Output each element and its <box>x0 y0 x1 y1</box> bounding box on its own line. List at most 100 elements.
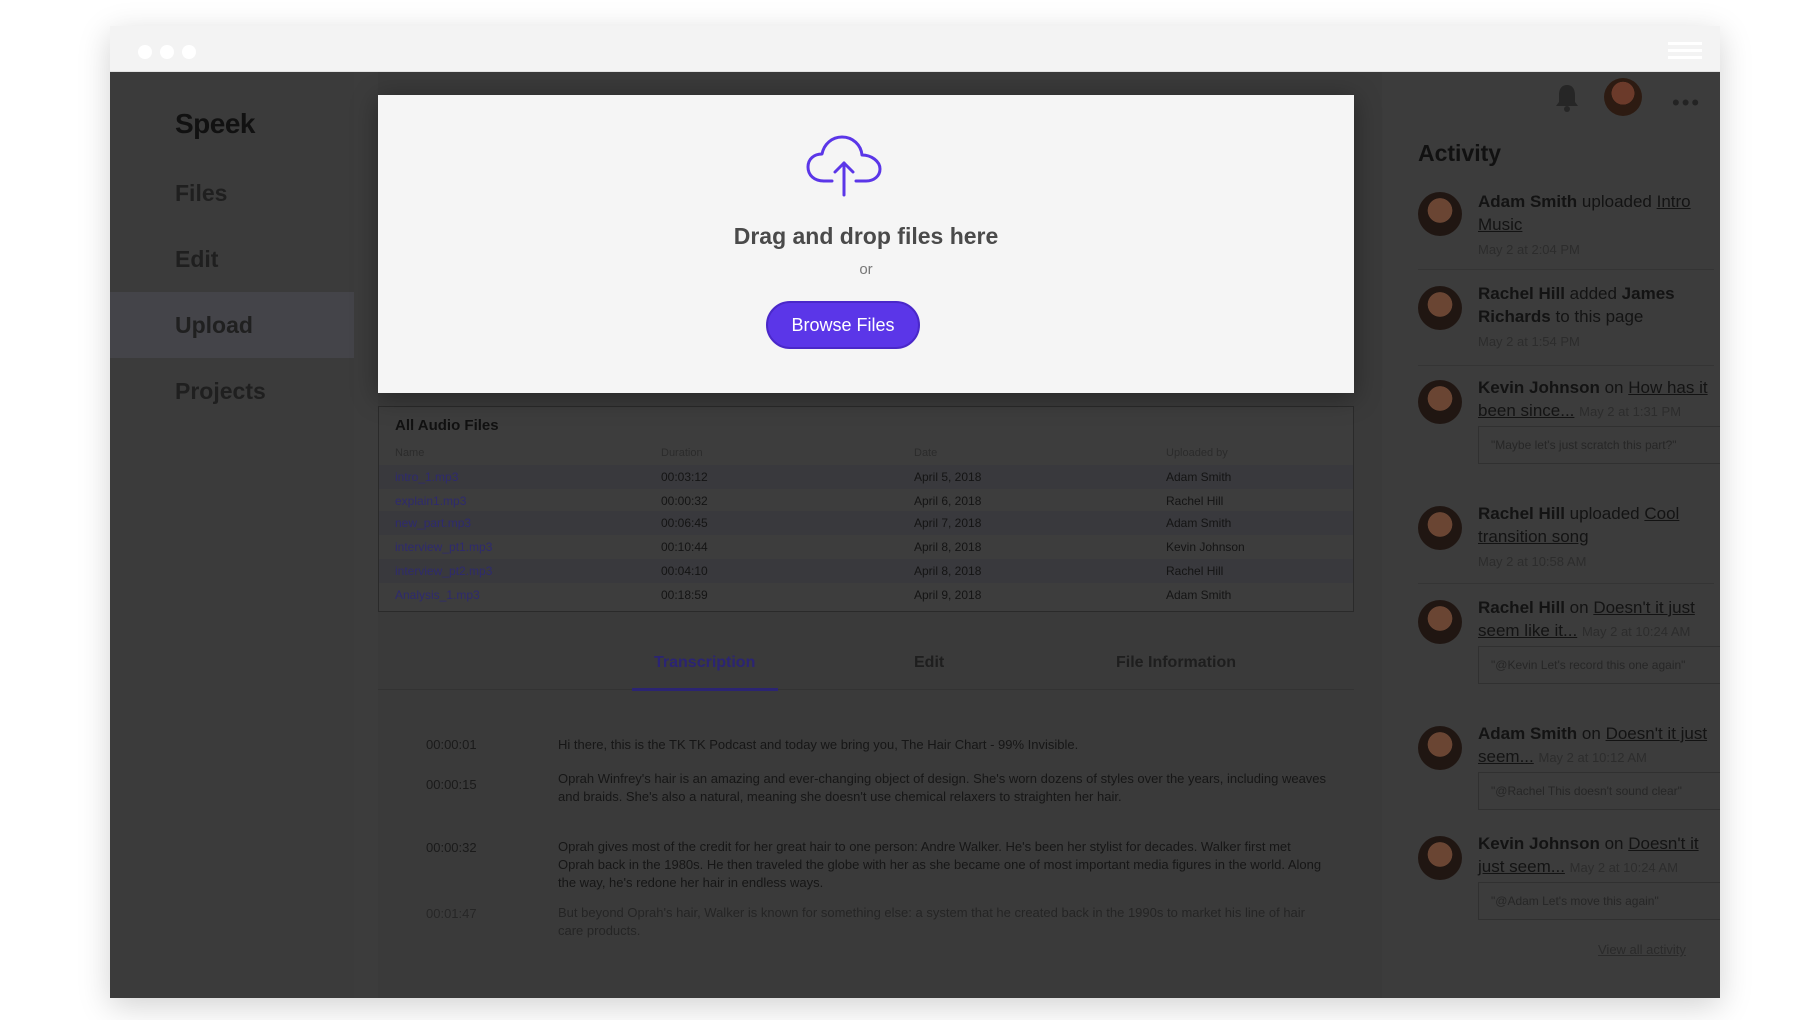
file-name-link[interactable]: Analysis_1.mp3 <box>395 588 480 602</box>
table-row[interactable]: explain1.mp3 00:00:32 April 6, 2018 Rach… <box>379 489 1353 513</box>
activity-text: Rachel Hill uploaded Cool transition son… <box>1478 502 1718 548</box>
activity-time: May 2 at 10:24 AM <box>1581 624 1691 639</box>
avatar[interactable] <box>1418 836 1462 880</box>
file-uploader: Rachel Hill <box>1166 494 1224 508</box>
view-all-activity-link[interactable]: View all activity <box>1598 942 1686 957</box>
sidebar: Speek Files Edit Upload Projects <box>110 72 354 998</box>
activity-item: Rachel Hill uploaded Cool transition son… <box>1418 502 1714 584</box>
file-duration: 00:10:44 <box>661 540 708 554</box>
activity-suffix: to this page <box>1555 307 1644 326</box>
sidebar-item-files[interactable]: Files <box>110 160 354 226</box>
avatar[interactable] <box>1418 192 1462 236</box>
comment-quote[interactable]: "Maybe let's just scratch this part?" <box>1478 426 1720 464</box>
tab-transcription[interactable]: Transcription <box>654 654 755 672</box>
activity-item: Adam Smith on Doesn't it just seem... Ma… <box>1418 722 1720 834</box>
activity-text: Kevin Johnson on Doesn't it just seem...… <box>1478 832 1720 879</box>
activity-action: on <box>1581 724 1601 743</box>
table-row[interactable]: intro_1.mp3 00:03:12 April 5, 2018 Adam … <box>379 465 1353 489</box>
drop-instructions: Drag and drop files here <box>733 223 999 249</box>
file-name-link[interactable]: interview_pt1.mp3 <box>395 540 492 554</box>
window-close-dot[interactable] <box>138 45 152 59</box>
activity-user[interactable]: Rachel Hill <box>1478 504 1565 523</box>
activity-user[interactable]: Kevin Johnson <box>1478 834 1600 853</box>
table-row[interactable]: Analysis_1.mp3 00:18:59 April 9, 2018 Ad… <box>379 583 1353 607</box>
user-avatar[interactable] <box>1604 78 1642 116</box>
file-duration: 00:00:32 <box>661 494 708 508</box>
table-row[interactable]: interview_pt2.mp3 00:04:10 April 8, 2018… <box>379 559 1353 583</box>
activity-item: Kevin Johnson on Doesn't it just seem...… <box>1418 832 1720 944</box>
activity-text: Adam Smith uploaded Intro Music <box>1478 190 1718 236</box>
transcript-text: But beyond Oprah's hair, Walker is known… <box>558 905 1305 938</box>
file-name-link[interactable]: explain1.mp3 <box>395 494 466 508</box>
table-row[interactable]: new_part.mp3 00:06:45 April 7, 2018 Adam… <box>379 511 1353 535</box>
file-tabs: Transcription Edit File Information <box>378 632 1354 691</box>
app-logo: Speek <box>175 108 256 139</box>
avatar[interactable] <box>1418 286 1462 330</box>
window-minimize-dot[interactable] <box>160 45 174 59</box>
file-name-link[interactable]: interview_pt2.mp3 <box>395 564 492 578</box>
or-separator: or <box>859 261 873 278</box>
activity-user[interactable]: Adam Smith <box>1478 724 1577 743</box>
activity-user[interactable]: Rachel Hill <box>1478 284 1565 303</box>
activity-time: May 2 at 10:58 AM <box>1478 554 1587 569</box>
tab-file-information[interactable]: File Information <box>1116 654 1236 672</box>
avatar[interactable] <box>1418 380 1462 424</box>
activity-time: May 2 at 10:24 AM <box>1569 860 1679 875</box>
tab-edit[interactable]: Edit <box>914 654 944 672</box>
sidebar-item-edit[interactable]: Edit <box>110 226 354 292</box>
sidebar-item-projects[interactable]: Projects <box>110 358 354 424</box>
activity-user[interactable]: Rachel Hill <box>1478 598 1565 617</box>
column-header-uploaded-by[interactable]: Uploaded by <box>1166 447 1228 459</box>
transcript-text: Hi there, this is the TK TK Podcast and … <box>558 737 1079 752</box>
cloud-upload-icon <box>806 135 882 197</box>
file-duration: 00:06:45 <box>661 516 708 530</box>
activity-item: Adam Smith uploaded Intro Music May 2 at… <box>1418 188 1714 270</box>
comment-quote[interactable]: "@Rachel This doesn't sound clear" <box>1478 772 1720 810</box>
column-header-date[interactable]: Date <box>914 447 937 459</box>
file-date: April 8, 2018 <box>914 564 982 578</box>
file-date: April 6, 2018 <box>914 494 982 508</box>
activity-item: Kevin Johnson on How has it been since..… <box>1418 376 1720 492</box>
avatar[interactable] <box>1418 726 1462 770</box>
file-date: April 8, 2018 <box>914 540 982 554</box>
activity-user[interactable]: Kevin Johnson <box>1478 378 1600 397</box>
comment-quote[interactable]: "@Adam Let's move this again" <box>1478 882 1720 920</box>
notification-bell-icon[interactable] <box>1554 82 1580 112</box>
sidebar-item-upload[interactable]: Upload <box>110 292 354 358</box>
file-uploader: Rachel Hill <box>1166 564 1224 578</box>
file-uploader: Adam Smith <box>1166 470 1232 484</box>
window-maximize-dot[interactable] <box>182 45 196 59</box>
file-date: April 7, 2018 <box>914 516 982 530</box>
upload-dropzone-modal[interactable]: Drag and drop files here or Browse Files <box>378 95 1354 393</box>
column-header-duration[interactable]: Duration <box>661 447 703 459</box>
browse-files-button[interactable]: Browse Files <box>766 301 920 349</box>
file-duration: 00:03:12 <box>661 470 708 484</box>
activity-item: Rachel Hill on Doesn't it just seem like… <box>1418 596 1720 708</box>
transcript-timestamp[interactable]: 00:00:01 <box>426 737 477 752</box>
comment-quote[interactable]: "@Kevin Let's record this one again" <box>1478 646 1720 684</box>
file-duration: 00:18:59 <box>661 588 708 602</box>
header-icons: ••• <box>1382 72 1720 132</box>
activity-action: uploaded <box>1581 192 1652 211</box>
activity-action: on <box>1604 834 1624 853</box>
transcript-timestamp[interactable]: 00:00:15 <box>426 777 477 792</box>
activity-user[interactable]: Adam Smith <box>1478 192 1577 211</box>
file-name-link[interactable]: new_part.mp3 <box>395 516 471 530</box>
table-row[interactable]: interview_pt1.mp3 00:10:44 April 8, 2018… <box>379 535 1353 559</box>
file-name-link[interactable]: intro_1.mp3 <box>395 470 458 484</box>
avatar[interactable] <box>1418 506 1462 550</box>
more-options-icon[interactable]: ••• <box>1672 90 1701 116</box>
hamburger-menu-icon[interactable] <box>1668 42 1702 60</box>
transcript-timestamp[interactable]: 00:01:47 <box>426 906 477 921</box>
activity-action: on <box>1569 598 1589 617</box>
column-header-name[interactable]: Name <box>395 447 424 459</box>
activity-action: on <box>1604 378 1624 397</box>
activity-title: Activity <box>1418 140 1502 166</box>
transcript-timestamp[interactable]: 00:00:32 <box>426 840 477 855</box>
activity-time: May 2 at 1:31 PM <box>1579 404 1682 419</box>
transcript-text: Oprah gives most of the credit for her g… <box>558 839 1322 890</box>
activity-time: May 2 at 1:54 PM <box>1478 334 1580 349</box>
file-duration: 00:04:10 <box>661 564 708 578</box>
avatar[interactable] <box>1418 600 1462 644</box>
activity-action: added <box>1569 284 1617 303</box>
